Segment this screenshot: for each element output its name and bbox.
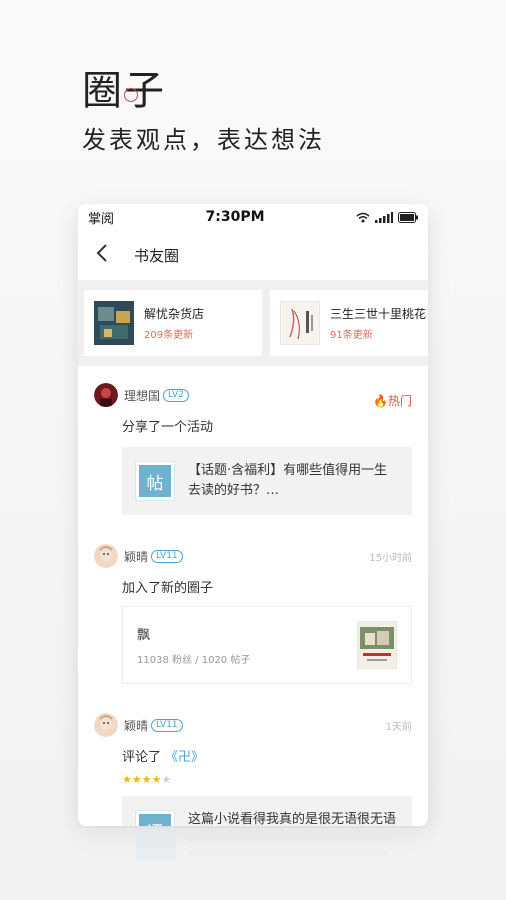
username[interactable]: 颖晴: [124, 717, 148, 734]
circle-update-count: 91条更新: [330, 330, 373, 341]
carrier-label: 掌阅: [88, 211, 115, 227]
star-icon: ★: [151, 773, 162, 786]
page-subtitle: 发表观点，表达想法: [82, 126, 325, 154]
feed-list: 理想国 LV2 🔥热门 分享了一个活动 帖 【话题·含福利】有哪些值得用一生去读…: [78, 366, 428, 826]
rating-stars: ★★★★★: [122, 773, 412, 786]
avatar[interactable]: [94, 713, 118, 737]
status-time: 7:30PM: [205, 209, 265, 225]
book-cover-image: [94, 301, 134, 345]
post-tag-icon: 帖: [135, 461, 175, 501]
circle-name: 三生三世十里桃花: [330, 307, 427, 321]
action-text: 评论了 《卍》: [122, 750, 205, 765]
flame-icon: 🔥: [373, 394, 388, 408]
level-badge: LV11: [151, 549, 183, 563]
status-bar: 掌阅 7:30PM: [78, 204, 428, 230]
book-link[interactable]: 《卍》: [165, 750, 204, 765]
star-icon: ★: [122, 773, 132, 786]
action-text: 加入了新的圈子: [122, 581, 214, 596]
back-icon[interactable]: [96, 243, 118, 267]
level-badge: LV2: [163, 388, 189, 402]
avatar[interactable]: [94, 544, 118, 568]
phone-reflection: [78, 828, 428, 900]
wifi-icon: [356, 212, 370, 222]
phone-screen: 掌阅 7:30PM 书友圈 解忧杂货店 209条更新 三生三世十里桃花 91条更…: [78, 204, 428, 826]
battery-icon: [398, 211, 418, 223]
hot-badge: 🔥热门: [373, 394, 412, 408]
avatar[interactable]: [94, 383, 118, 407]
activity-title: 【话题·含福利】有哪些值得用一生去读的好书？…: [188, 463, 388, 498]
comment-text: 这篇小说看得我真的是很无语很无语啊，觉得是各种畸形变态…… …: [188, 812, 397, 826]
circle-card[interactable]: 解忧杂货店 209条更新: [84, 290, 262, 356]
comment-card[interactable]: 评 这篇小说看得我真的是很无语很无语啊，觉得是各种畸形变态…… …: [122, 796, 412, 826]
circles-strip[interactable]: 解忧杂货店 209条更新 三生三世十里桃花 91条更新: [78, 280, 428, 366]
username[interactable]: 颖晴: [124, 548, 148, 565]
shared-activity-card[interactable]: 帖 【话题·含福利】有哪些值得用一生去读的好书？…: [122, 447, 412, 515]
timestamp: 15小时前: [369, 553, 412, 564]
feed-item[interactable]: 颖晴 LV11 1天前 评论了《卍》 ★★★★★ 评 这篇小说看得我真的是很无语…: [94, 684, 412, 826]
star-icon: ★: [141, 773, 152, 786]
signal-icon: [375, 211, 393, 223]
circle-name: 飘: [137, 628, 151, 643]
level-badge: LV11: [151, 718, 183, 732]
comment-tag-icon: 评: [135, 810, 175, 826]
circle-stats: 11038 粉丝 / 1020 帖子: [137, 655, 251, 666]
page-title: 圈子: [82, 68, 166, 114]
title-decoration: [124, 88, 138, 102]
circle-card[interactable]: 三生三世十里桃花 91条更新: [270, 290, 428, 356]
star-icon: ★: [161, 773, 172, 786]
nav-bar: 书友圈: [78, 230, 428, 280]
circle-update-count: 209条更新: [144, 330, 194, 341]
joined-circle-card[interactable]: 飘 11038 粉丝 / 1020 帖子: [122, 606, 412, 684]
circle-name: 解忧杂货店: [144, 307, 205, 321]
action-text: 分享了一个活动: [122, 420, 214, 435]
timestamp: 1天前: [385, 722, 412, 733]
book-cover-image: [280, 301, 320, 345]
feed-item[interactable]: 颖晴 LV11 15小时前 加入了新的圈子 飘 11038 粉丝 / 1020 …: [94, 515, 412, 684]
nav-title: 书友圈: [134, 246, 180, 265]
username[interactable]: 理想国: [124, 387, 160, 404]
star-icon: ★: [131, 773, 142, 786]
book-cover-image: [357, 621, 397, 669]
feed-item[interactable]: 理想国 LV2 🔥热门 分享了一个活动 帖 【话题·含福利】有哪些值得用一生去读…: [94, 366, 412, 515]
